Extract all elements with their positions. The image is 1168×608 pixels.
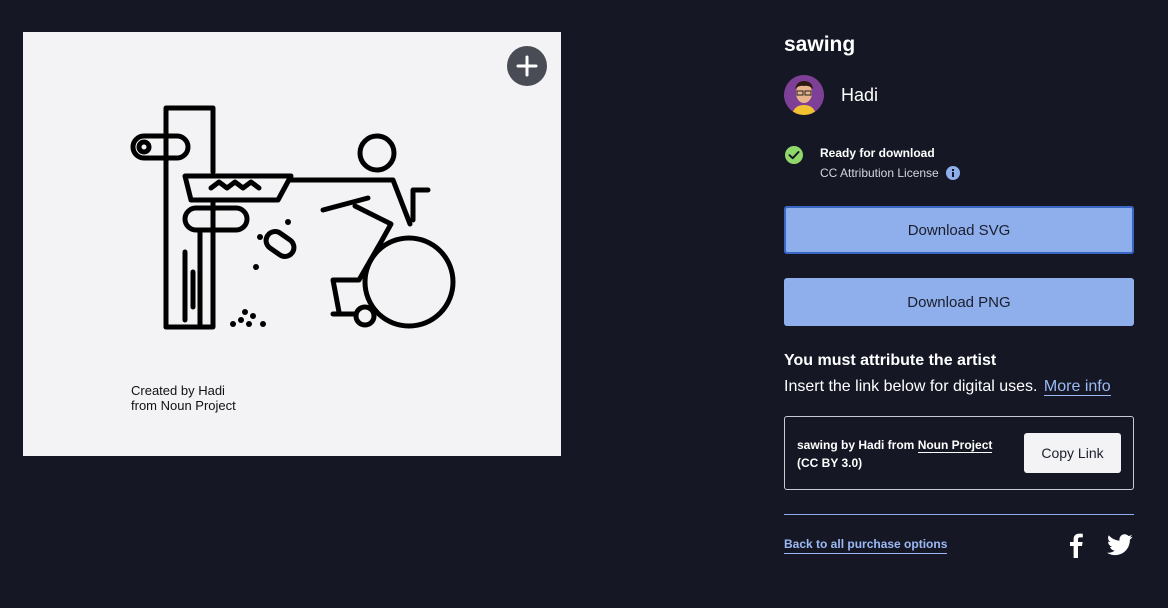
download-svg-button[interactable]: Download SVG — [784, 206, 1134, 254]
author-link[interactable]: Hadi — [784, 75, 878, 115]
twitter-icon[interactable] — [1107, 534, 1133, 556]
status-title: Ready for download — [820, 146, 935, 160]
icon-preview-panel: Created by Hadi from Noun Project — [23, 32, 561, 456]
info-icon[interactable] — [945, 166, 960, 180]
plus-icon — [516, 55, 538, 77]
download-status: Ready for download CC Attribution Licens… — [784, 143, 960, 183]
back-to-purchase-options-link[interactable]: Back to all purchase options — [784, 537, 948, 554]
check-circle-icon — [785, 146, 803, 164]
attribution-subtext: Insert the link below for digital uses. … — [784, 378, 1111, 396]
license-name: CC Attribution License — [820, 166, 939, 180]
attribution-heading: You must attribute the artist — [784, 352, 997, 369]
add-to-collection-button[interactable] — [507, 46, 547, 86]
facebook-icon[interactable] — [1066, 532, 1086, 558]
attribution-text-prefix: sawing by Hadi from — [797, 438, 918, 452]
divider — [784, 514, 1134, 515]
icon-credit: Created by Hadi from Noun Project — [131, 383, 236, 413]
download-png-button[interactable]: Download PNG — [784, 278, 1134, 326]
avatar — [784, 75, 824, 115]
attribution-instructions: Insert the link below for digital uses. — [784, 378, 1038, 395]
noun-project-link[interactable]: Noun Project — [917, 438, 993, 453]
attribution-license: (CC BY 3.0) — [797, 456, 863, 470]
sawing-wheelchair-icon — [130, 105, 456, 330]
author-name: Hadi — [841, 84, 879, 105]
credit-line-source: from Noun Project — [131, 398, 236, 413]
more-info-link[interactable]: More info — [1043, 378, 1111, 396]
copy-link-button[interactable]: Copy Link — [1024, 433, 1121, 473]
icon-title: sawing — [784, 33, 856, 56]
attribution-box: sawing by Hadi from Noun Project (CC BY … — [784, 416, 1134, 490]
attribution-text: sawing by Hadi from Noun Project (CC BY … — [797, 436, 993, 472]
credit-line-creator: Created by Hadi — [131, 383, 225, 398]
